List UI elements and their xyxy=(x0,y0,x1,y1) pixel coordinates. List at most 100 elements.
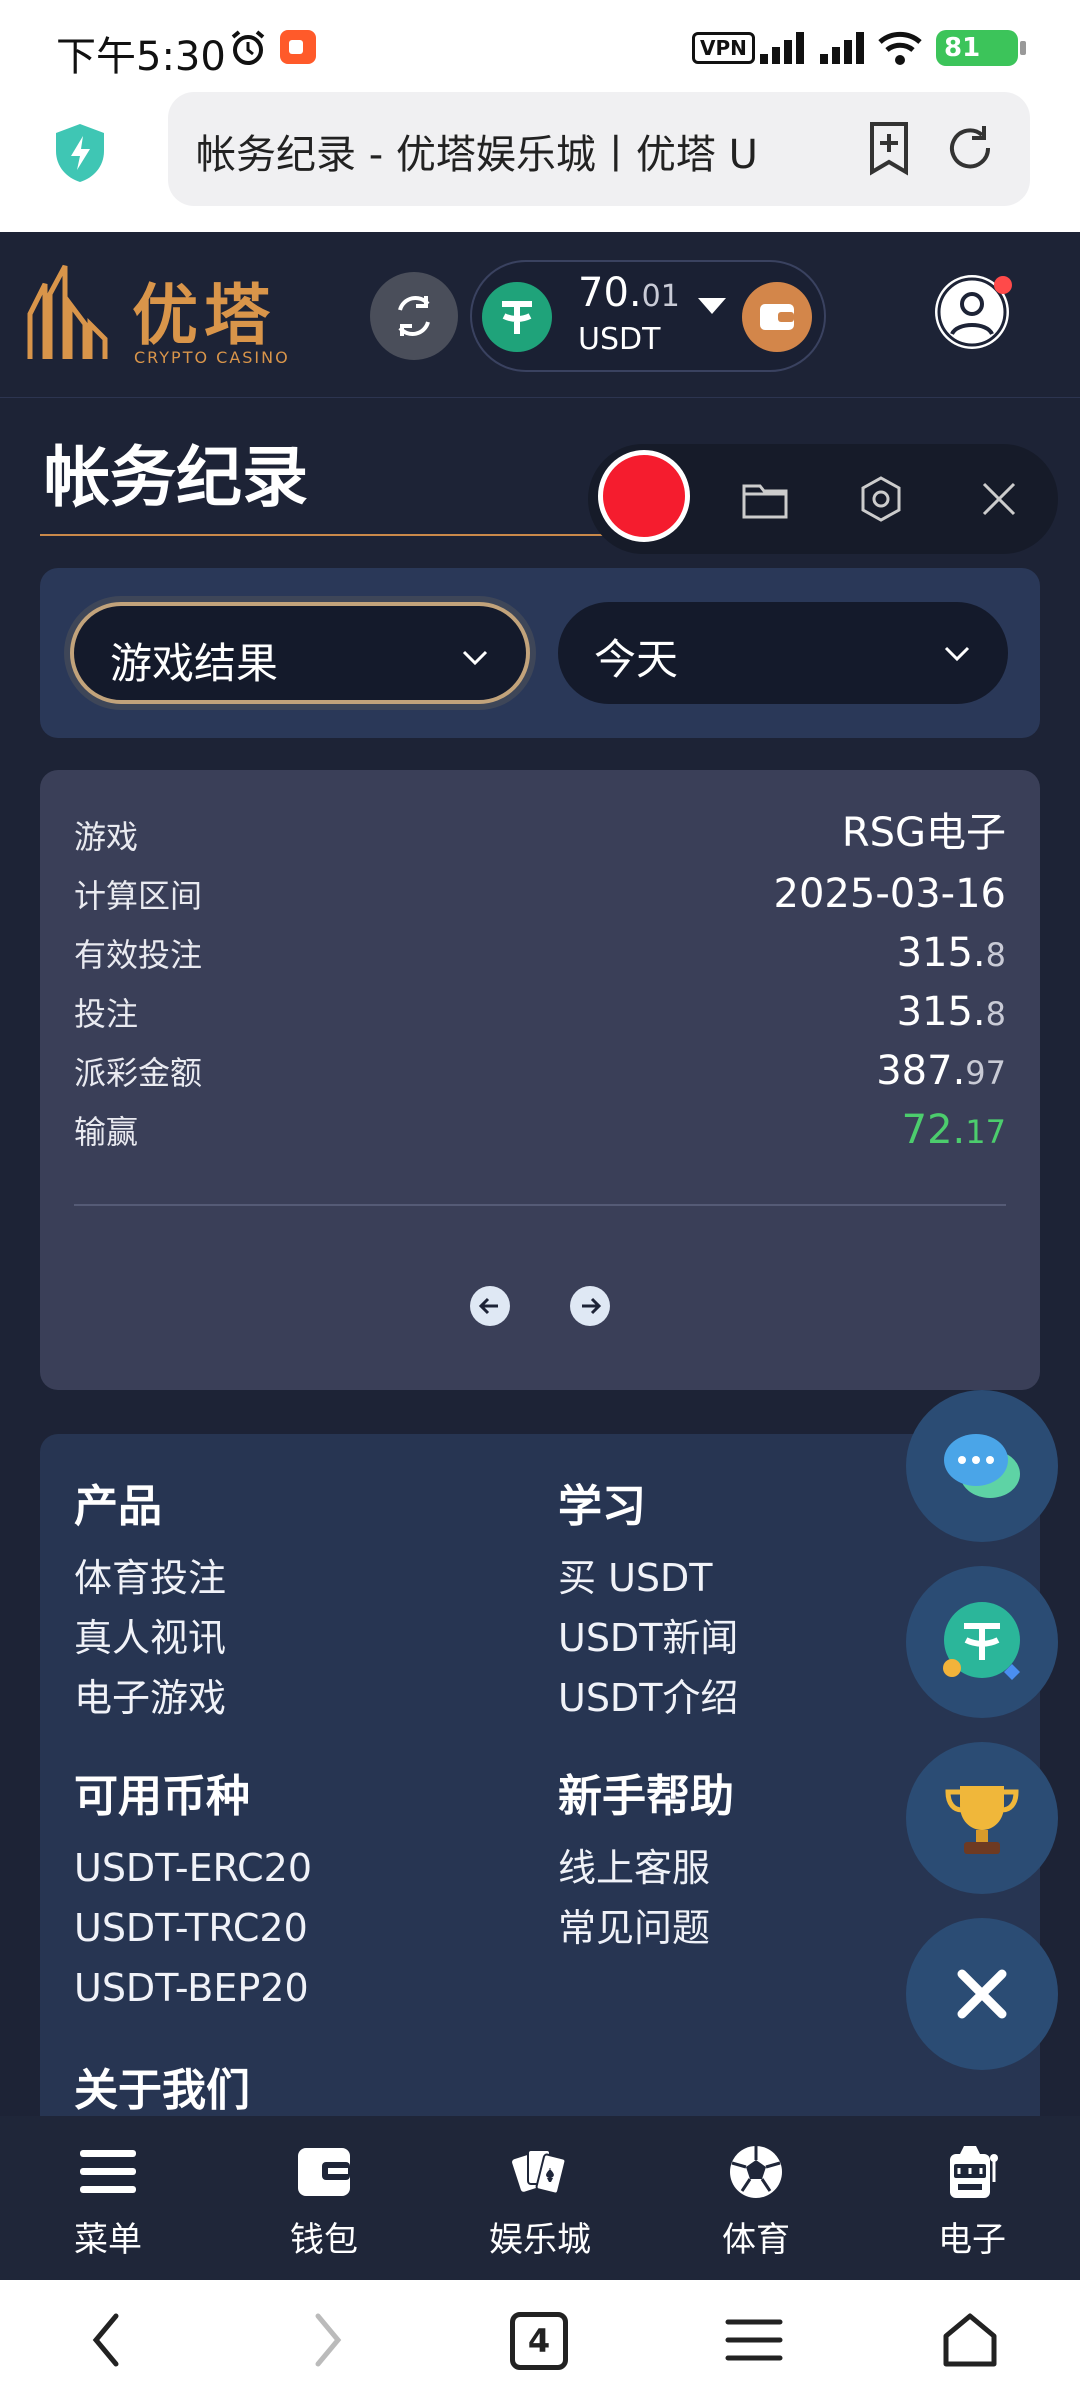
refresh-balance-button[interactable] xyxy=(370,272,458,360)
usdt-promo-button[interactable] xyxy=(906,1566,1058,1718)
result-row-valid-bet: 有效投注 315.8 xyxy=(74,926,1006,982)
logo-name[interactable]: 优塔 xyxy=(132,262,276,358)
balance-selector[interactable]: 70.01 USDT xyxy=(470,260,826,372)
footer-link[interactable]: 电子游戏 xyxy=(74,1674,226,1722)
footer-link[interactable]: USDT新闻 xyxy=(558,1614,738,1662)
nav-item-wallet[interactable]: 钱包 xyxy=(216,2116,432,2280)
tab-switcher-button[interactable]: 4 xyxy=(510,2312,568,2370)
balance-amount: 70.01 xyxy=(578,270,680,316)
folder-icon[interactable] xyxy=(740,474,790,524)
footer-link[interactable]: USDT-BEP20 xyxy=(74,1964,312,2012)
forward-icon[interactable] xyxy=(296,2310,356,2370)
nav-label: 娱乐城 xyxy=(489,2220,591,2260)
screen-recorder-toolbar xyxy=(588,444,1058,554)
period-dropdown[interactable]: 今天 xyxy=(558,602,1008,704)
trophy-button[interactable] xyxy=(906,1742,1058,1894)
page-title: 帐务纪录 xyxy=(44,439,308,516)
battery-indicator: 81 xyxy=(936,30,1026,66)
address-bar[interactable]: 帐务纪录 - 优塔娱乐城丨优塔 U xyxy=(168,92,1030,206)
site-header: 优塔 CRYPTO CASINO 70.01 USDT xyxy=(0,232,1080,398)
footer-heading: 可用币种 xyxy=(74,1771,250,1822)
refresh-icon xyxy=(398,296,430,336)
back-icon[interactable] xyxy=(78,2310,138,2370)
row-label: 投注 xyxy=(74,995,139,1033)
row-value: 387.97 xyxy=(876,1048,1006,1094)
footer-link[interactable]: 线上客服 xyxy=(558,1844,734,1892)
close-icon xyxy=(957,1969,1007,2019)
row-label: 游戏 xyxy=(74,818,139,856)
result-card: 游戏 RSG电子 计算区间 2025-03-16 有效投注 315.8 投注 3… xyxy=(40,770,1040,1390)
close-icon[interactable] xyxy=(974,474,1024,524)
reload-icon[interactable] xyxy=(944,122,996,174)
nav-item-slots[interactable]: 电子 xyxy=(864,2116,1080,2280)
menu-icon[interactable] xyxy=(724,2310,784,2370)
chat-bubble-icon xyxy=(944,1434,1020,1498)
period-value: 今天 xyxy=(594,635,679,684)
balance-currency: USDT xyxy=(578,322,661,357)
row-value: 2025-03-16 xyxy=(773,871,1006,917)
footer-help: 新手帮助 线上客服 常见问题 xyxy=(558,1760,734,1964)
prev-page-button[interactable] xyxy=(470,1286,510,1326)
nav-label: 菜单 xyxy=(74,2220,142,2260)
wallet-icon xyxy=(298,2148,350,2196)
footer-links: 产品 体育投注 真人视讯 电子游戏 学习 买 USDT USDT新闻 USDT介… xyxy=(40,1434,1040,2134)
close-fab-button[interactable] xyxy=(906,1918,1058,2070)
footer-link[interactable]: 常见问题 xyxy=(558,1904,734,1952)
footer-link[interactable]: 真人视讯 xyxy=(74,1614,226,1662)
logo-icon[interactable] xyxy=(20,264,110,364)
playing-cards-icon xyxy=(512,2149,567,2195)
row-label: 输赢 xyxy=(74,1113,139,1151)
add-bookmark-icon[interactable] xyxy=(864,120,914,176)
result-row-bet: 投注 315.8 xyxy=(74,985,1006,1041)
footer-products: 产品 体育投注 真人视讯 电子游戏 xyxy=(74,1470,226,1734)
result-row-game: 游戏 RSG电子 xyxy=(74,808,1006,864)
next-page-button[interactable] xyxy=(570,1286,610,1326)
footer-currencies: 可用币种 USDT-ERC20 USDT-TRC20 USDT-BEP20 xyxy=(74,1760,312,2024)
browser-toolbar: 帐务纪录 - 优塔娱乐城丨优塔 U xyxy=(0,92,1080,232)
card-divider xyxy=(74,1204,1006,1206)
arrow-left-icon xyxy=(478,1297,498,1315)
result-row-payout: 派彩金额 387.97 xyxy=(74,1044,1006,1100)
status-time: 下午5:30 xyxy=(56,34,226,80)
footer-heading: 学习 xyxy=(558,1481,646,1532)
row-label: 有效投注 xyxy=(74,936,203,974)
record-button[interactable] xyxy=(598,450,690,542)
status-bar: 下午5:30 VPN 81 xyxy=(0,0,1080,92)
wallet-icon[interactable] xyxy=(742,282,812,352)
category-dropdown[interactable]: 游戏结果 xyxy=(70,602,530,704)
nav-item-sports[interactable]: 体育 xyxy=(648,2116,864,2280)
system-navigation-bar: 4 xyxy=(0,2280,1080,2400)
result-row-win-loss: 输赢 72.17 xyxy=(74,1103,1006,1159)
alarm-icon xyxy=(231,30,265,65)
arrow-right-icon xyxy=(582,1297,602,1315)
chat-button[interactable] xyxy=(906,1390,1058,1542)
screen-record-icon xyxy=(280,30,316,64)
nav-item-casino[interactable]: 娱乐城 xyxy=(432,2116,648,2280)
vpn-badge: VPN xyxy=(692,32,755,64)
usdt-coin-icon xyxy=(482,282,552,352)
nav-label: 钱包 xyxy=(290,2220,358,2260)
result-row-period: 计算区间 2025-03-16 xyxy=(74,867,1006,923)
slot-machine-icon xyxy=(950,2146,998,2198)
row-value: 72.17 xyxy=(901,1107,1006,1153)
signal-icon xyxy=(760,32,804,64)
row-label: 计算区间 xyxy=(74,877,203,915)
wifi-icon xyxy=(878,31,922,65)
row-value: 315.8 xyxy=(896,930,1006,976)
footer-heading[interactable]: 关于我们 xyxy=(74,2054,250,2118)
trophy-icon xyxy=(945,1786,1019,1854)
row-value: RSG电子 xyxy=(841,810,1006,856)
chevron-down-icon xyxy=(462,650,488,666)
footer-link[interactable]: 体育投注 xyxy=(74,1554,226,1602)
footer-link[interactable]: 买 USDT xyxy=(558,1554,738,1602)
bottom-navigation: 菜单 钱包 娱乐城 体育 电子 xyxy=(0,2116,1080,2280)
soccer-ball-icon xyxy=(730,2146,782,2198)
footer-link[interactable]: USDT-TRC20 xyxy=(74,1904,312,1952)
shield-icon[interactable] xyxy=(52,122,108,184)
filter-panel: 游戏结果 今天 xyxy=(40,568,1040,738)
home-icon[interactable] xyxy=(940,2310,1000,2370)
footer-link[interactable]: USDT-ERC20 xyxy=(74,1844,312,1892)
nav-item-menu[interactable]: 菜单 xyxy=(0,2116,216,2280)
footer-link[interactable]: USDT介绍 xyxy=(558,1674,738,1722)
settings-icon[interactable] xyxy=(856,474,906,524)
